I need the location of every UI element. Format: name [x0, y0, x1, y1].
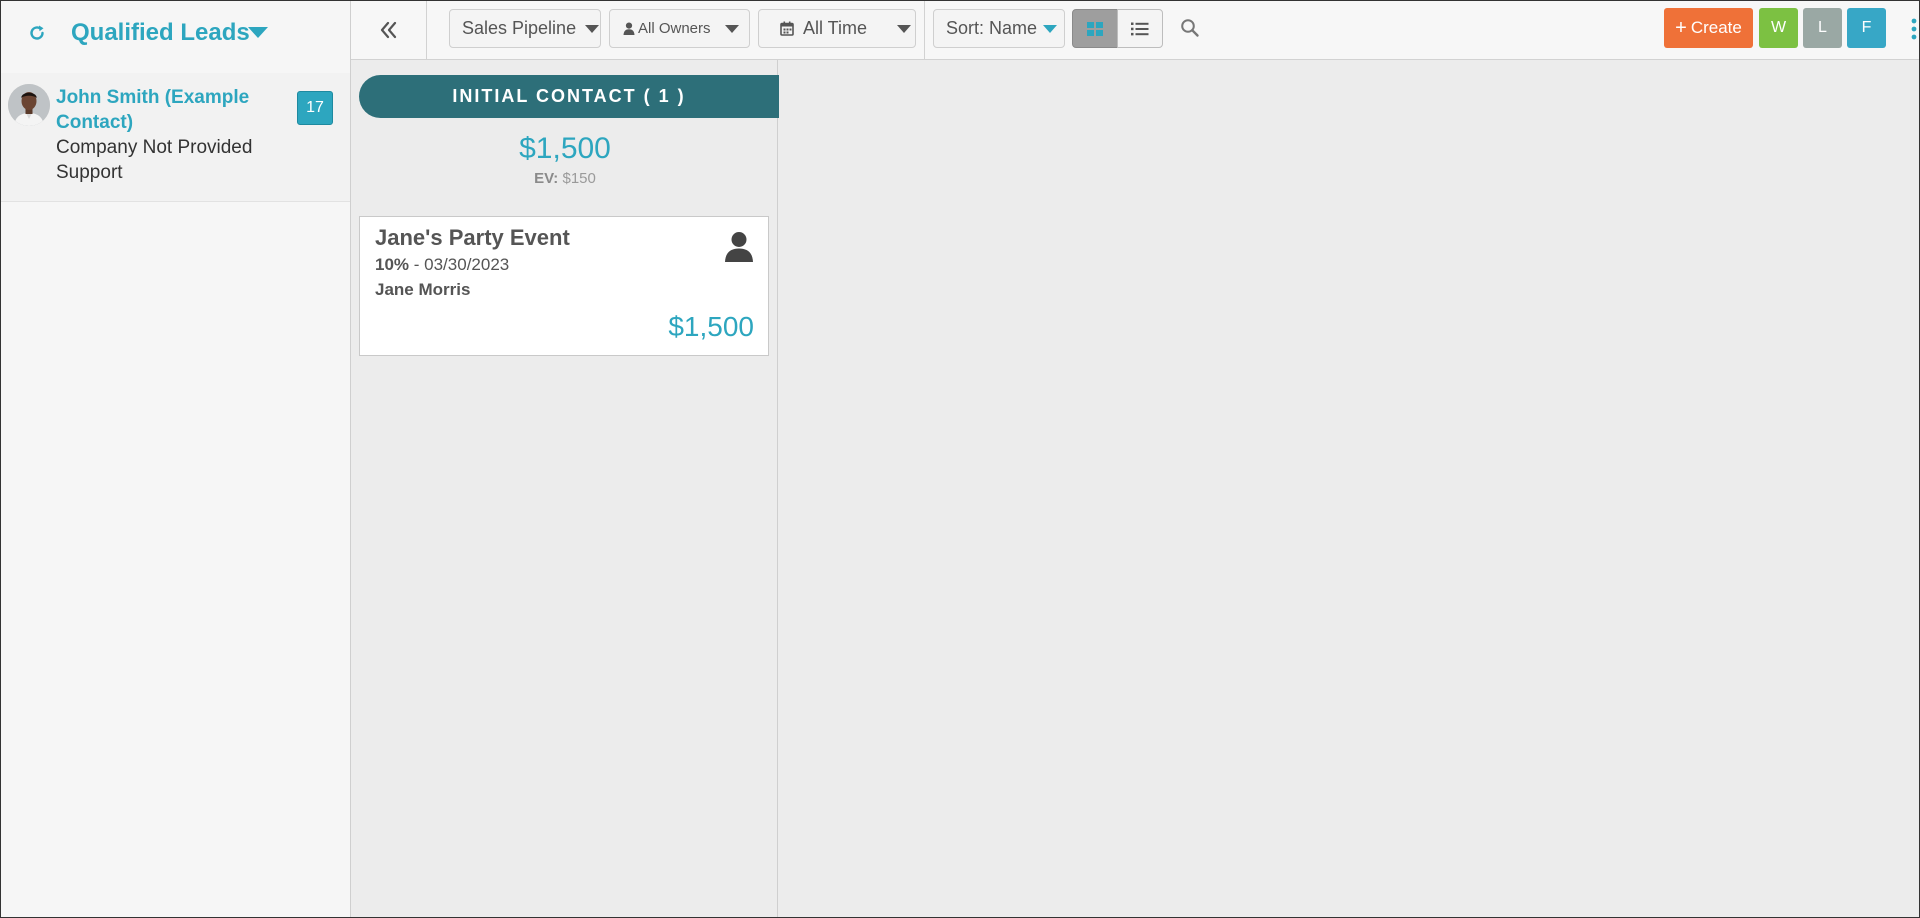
create-label: Create [1690, 18, 1742, 37]
calendar-icon [780, 21, 794, 36]
app-window: Qualified Leads John Smith (Example Cont… [0, 0, 1920, 918]
user-badge-l[interactable]: L [1803, 8, 1842, 48]
contact-name[interactable]: John Smith (Example Contact) [56, 85, 256, 135]
contact-company: Company Not Provided [56, 137, 253, 158]
avatar [8, 84, 50, 126]
pipeline-select[interactable]: Sales Pipeline [449, 9, 601, 48]
refresh-icon[interactable] [25, 21, 49, 45]
kanban-view-button[interactable] [1072, 9, 1118, 48]
chevron-down-icon [897, 24, 912, 33]
chevron-down-icon[interactable] [248, 27, 268, 38]
deal-value: $1,500 [668, 311, 754, 342]
person-icon[interactable] [724, 231, 754, 263]
list-title[interactable]: Qualified Leads [71, 19, 250, 47]
toolbar-divider [924, 1, 925, 59]
user-badge-w[interactable]: W [1759, 8, 1798, 48]
grid-icon [1087, 21, 1103, 36]
more-vertical-icon[interactable] [1910, 15, 1918, 45]
stage-header: INITIAL CONTACT ( 1 ) [359, 75, 779, 118]
sort-label: Sort: Name [946, 18, 1038, 38]
sidebar: Qualified Leads John Smith (Example Cont… [1, 1, 351, 917]
deal-card[interactable]: Jane's Party Event 10% - 03/30/2023 Jane… [359, 216, 769, 356]
chevron-down-icon [724, 24, 739, 33]
chevron-down-icon [585, 24, 600, 33]
contact-tag: Support [56, 162, 123, 183]
owners-select[interactable]: All Owners [609, 9, 750, 48]
stage-column: INITIAL CONTACT ( 1 ) $1,500 EV: $150 Ja… [351, 60, 779, 917]
deal-meta: 10% - 03/30/2023 [375, 255, 509, 275]
stage-total: $1,500 [519, 132, 611, 165]
create-button[interactable]: + Create [1664, 8, 1753, 48]
pipeline-board: INITIAL CONTACT ( 1 ) $1,500 EV: $150 Ja… [351, 60, 1919, 917]
contact-list-item[interactable]: John Smith (Example Contact) Company Not… [1, 73, 350, 202]
user-badge-f[interactable]: F [1847, 8, 1886, 48]
deal-date: - 03/30/2023 [413, 255, 510, 274]
plus-icon: + [1675, 17, 1687, 39]
stage-expected-value: EV: $150 [351, 170, 779, 187]
list-view-button[interactable] [1117, 9, 1163, 48]
user-icon [623, 22, 635, 35]
sort-select[interactable]: Sort: Name [933, 9, 1065, 48]
collapse-sidebar-button[interactable] [351, 1, 427, 59]
deal-probability: 10% [375, 255, 410, 274]
search-icon[interactable] [1179, 17, 1201, 39]
toolbar: Sales Pipeline All Owners All Time Sort:… [351, 1, 1919, 60]
ev-label: EV: [534, 170, 559, 187]
pipeline-label: Sales Pipeline [462, 18, 577, 38]
deal-title[interactable]: Jane's Party Event [375, 225, 570, 251]
deal-owner: Jane Morris [375, 280, 471, 299]
owners-label: All Owners [638, 20, 711, 37]
double-chevron-left-icon [380, 21, 396, 39]
chevron-down-icon [1043, 24, 1058, 33]
list-icon [1131, 22, 1149, 35]
time-range-select[interactable]: All Time [758, 9, 916, 48]
count-badge: 17 [297, 91, 333, 125]
ev-value: $150 [562, 170, 596, 187]
sidebar-header: Qualified Leads [1, 1, 350, 69]
time-label: All Time [803, 18, 868, 38]
